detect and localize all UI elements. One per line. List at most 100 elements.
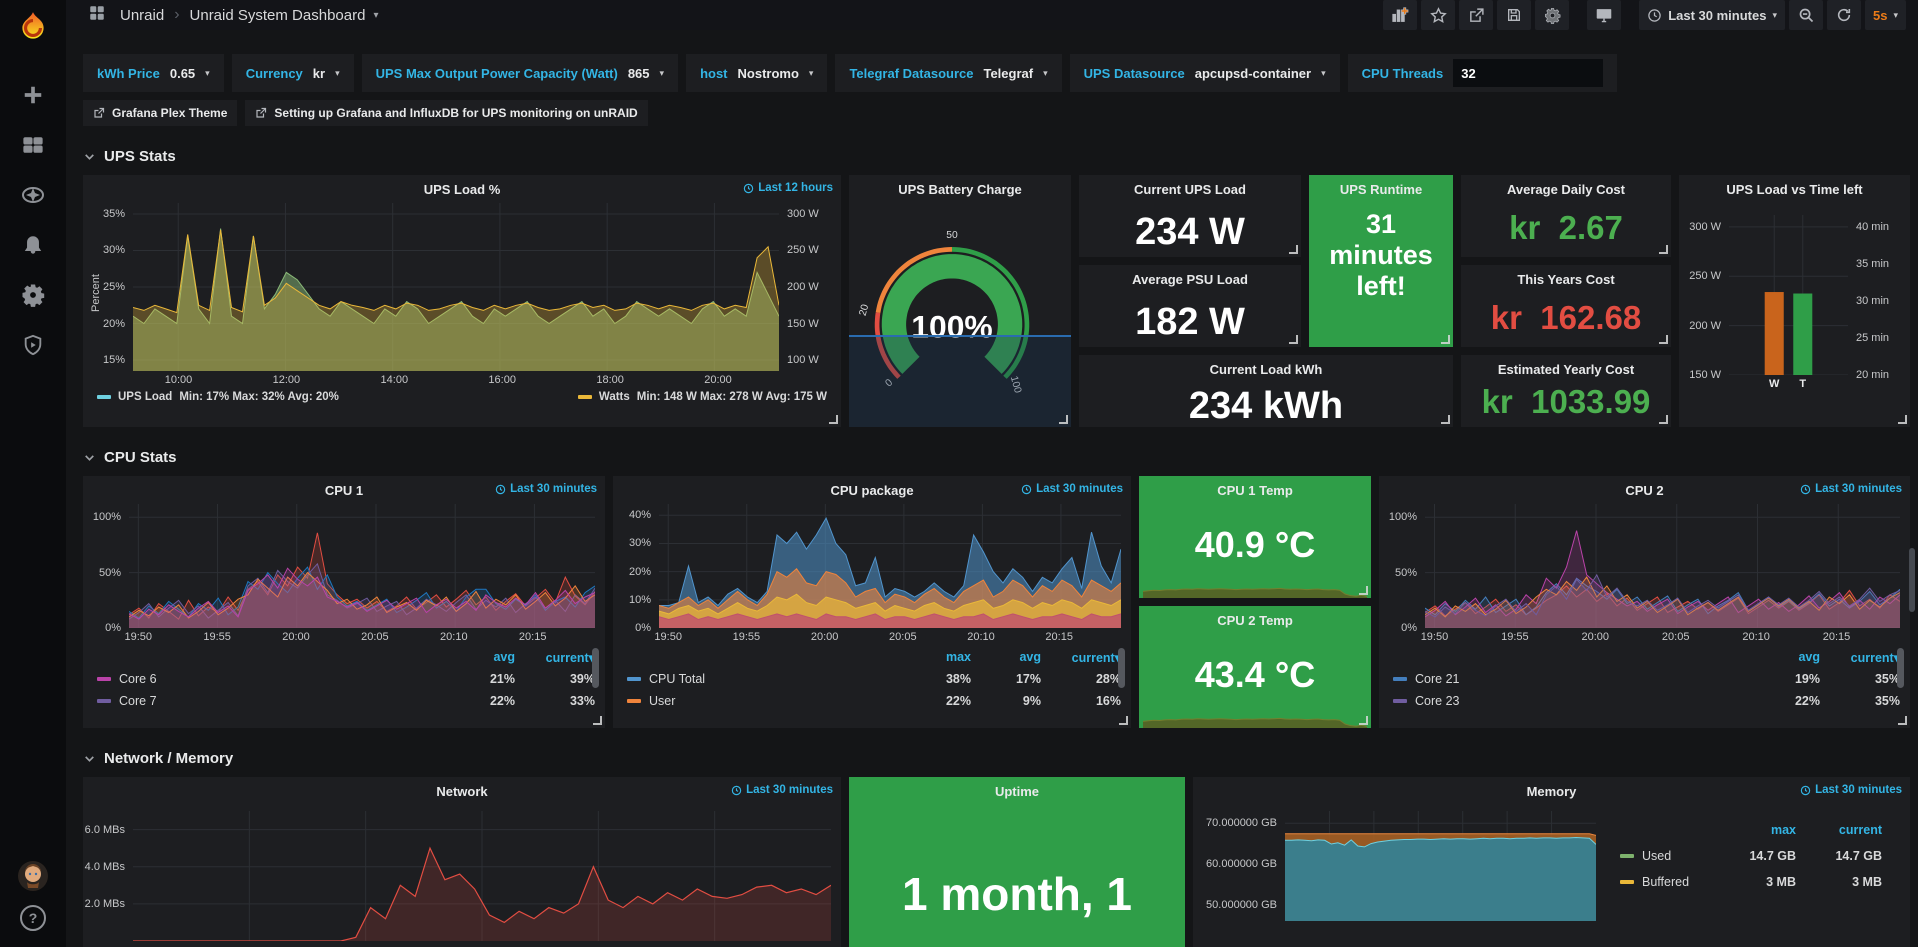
cpu-package-chart[interactable]	[659, 504, 1121, 628]
legend-header-current[interactable]: current▾	[1041, 650, 1121, 665]
cpu2-temp-sparkline	[1143, 698, 1367, 728]
legend-series[interactable]: Core 23	[1393, 694, 1750, 708]
panel-title[interactable]: Average Daily Cost	[1507, 182, 1625, 197]
section-ups-stats[interactable]: UPS Stats	[83, 148, 1910, 165]
refresh-button[interactable]	[1827, 0, 1861, 30]
panel-title[interactable]: CPU 2	[1625, 483, 1663, 498]
variable-ups-datasource[interactable]: UPS Datasource apcupsd-container ▾	[1070, 54, 1340, 92]
add-icon[interactable]	[11, 73, 55, 117]
page-scrollbar[interactable]	[1909, 0, 1917, 947]
ups-load-chart[interactable]	[133, 203, 779, 371]
legend-series[interactable]: Buffered	[1620, 875, 1710, 889]
variable-host[interactable]: host Nostromo ▾	[686, 54, 827, 92]
panel-title[interactable]: Network	[436, 784, 487, 799]
zoom-out-button[interactable]	[1789, 0, 1823, 30]
variable-telegraf-datasource[interactable]: Telegraf Datasource Telegraf ▾	[835, 54, 1061, 92]
time-range-picker[interactable]: Last 30 minutes ▾	[1639, 0, 1785, 30]
star-dashboard-button[interactable]	[1421, 0, 1455, 30]
variable-currency[interactable]: Currency kr ▾	[232, 54, 354, 92]
legend-header-max[interactable]: max	[901, 650, 971, 664]
panel-title[interactable]: UPS Load vs Time left	[1726, 182, 1862, 197]
legend-header-current[interactable]: current▾	[1820, 650, 1900, 665]
explore-compass-icon[interactable]	[11, 173, 55, 217]
legend-header-current[interactable]: current▾	[515, 650, 595, 665]
variable-kwh-price[interactable]: kWh Price 0.65 ▾	[83, 54, 224, 92]
ups-load-time-bar-chart[interactable]	[1729, 215, 1848, 375]
panel-time-link[interactable]: Last 30 minutes	[1800, 784, 1902, 796]
chevron-down-icon[interactable]: ▾	[373, 10, 378, 21]
legend-header-avg[interactable]: avg	[445, 650, 515, 664]
panel-title[interactable]: Estimated Yearly Cost	[1498, 362, 1634, 377]
panel-title[interactable]: UPS Load %	[424, 182, 501, 197]
configuration-gear-icon[interactable]	[11, 273, 55, 317]
legend-header-avg[interactable]: avg	[1750, 650, 1820, 664]
panel-time-link[interactable]: Last 30 minutes	[1021, 483, 1123, 495]
legend-header-current[interactable]: current	[1796, 823, 1882, 837]
legend-series[interactable]: CPU Total	[627, 672, 901, 686]
dashboard-settings-button[interactable]	[1535, 0, 1569, 30]
cpu2-chart[interactable]	[1425, 504, 1900, 628]
panel-title[interactable]: CPU 1	[325, 483, 363, 498]
legend-scrollbar[interactable]	[1118, 648, 1125, 688]
breadcrumb-root[interactable]: Unraid	[120, 7, 164, 24]
alerting-bell-icon[interactable]	[11, 223, 55, 267]
legend-header-avg[interactable]: avg	[971, 650, 1041, 664]
refresh-interval-picker[interactable]: 5s ▾	[1865, 0, 1906, 30]
grafana-logo-icon[interactable]	[16, 11, 50, 45]
kiosk-mode-button[interactable]	[1587, 0, 1621, 30]
panel-ups-runtime: UPS Runtime 31 minutes left!	[1309, 175, 1453, 347]
legend-header-max[interactable]: max	[1710, 823, 1796, 837]
link-ups-monitoring-guide[interactable]: Setting up Grafana and InfluxDB for UPS …	[245, 100, 647, 126]
panel-title[interactable]: CPU 1 Temp	[1217, 483, 1293, 498]
stat-value: 234 W	[1079, 211, 1301, 254]
add-panel-button[interactable]	[1383, 0, 1417, 30]
panel-title[interactable]: Memory	[1527, 784, 1577, 799]
battery-gauge[interactable]: 02050100100%	[849, 229, 1071, 399]
panel-cpu2-temp: CPU 2 Temp 43.4 °C	[1139, 606, 1371, 728]
chevron-down-icon: ▾	[1043, 68, 1048, 79]
memory-chart[interactable]	[1285, 811, 1596, 921]
panel-title[interactable]: UPS Battery Charge	[898, 182, 1022, 197]
legend-series[interactable]: User	[627, 694, 901, 708]
panel-time-link[interactable]: Last 12 hours	[743, 182, 833, 194]
panel-time-link[interactable]: Last 30 minutes	[495, 483, 597, 495]
variable-ups-max-output[interactable]: UPS Max Output Power Capacity (Watt) 865…	[362, 54, 678, 92]
variable-value: 865	[628, 66, 650, 81]
section-network-memory[interactable]: Network / Memory	[83, 750, 1910, 767]
panel-time-link[interactable]: Last 30 minutes	[731, 784, 833, 796]
legend-scrollbar[interactable]	[1897, 648, 1904, 688]
legend-series[interactable]: Core 6	[97, 672, 445, 686]
server-admin-shield-icon[interactable]	[11, 323, 55, 367]
cpu1-chart[interactable]	[129, 504, 595, 628]
panel-avg-psu-load: Average PSU Load 182 W	[1079, 265, 1301, 347]
panel-time-link[interactable]: Last 30 minutes	[1800, 483, 1902, 495]
chevron-down-icon: ▾	[1893, 10, 1898, 21]
dashboard-grid-icon[interactable]	[88, 4, 106, 27]
user-avatar[interactable]	[18, 861, 48, 891]
panel-title[interactable]: Average PSU Load	[1132, 272, 1248, 287]
share-dashboard-button[interactable]	[1459, 0, 1493, 30]
section-cpu-stats[interactable]: CPU Stats	[83, 449, 1910, 466]
legend-watts[interactable]: Watts Min: 148 W Max: 278 W Avg: 175 W	[578, 391, 827, 403]
variable-label: host	[700, 66, 727, 81]
breadcrumb-current[interactable]: Unraid System Dashboard	[190, 7, 366, 24]
legend-series[interactable]: Core 7	[97, 694, 445, 708]
dashboards-icon[interactable]	[11, 123, 55, 167]
panel-title[interactable]: This Years Cost	[1517, 272, 1614, 287]
refresh-interval-label: 5s	[1873, 8, 1887, 23]
panel-title[interactable]: CPU 2 Temp	[1217, 613, 1293, 628]
panel-title[interactable]: CPU package	[830, 483, 913, 498]
cpu-threads-input[interactable]	[1453, 59, 1603, 87]
panel-title[interactable]: UPS Runtime	[1340, 182, 1422, 197]
legend-ups-load[interactable]: UPS Load Min: 17% Max: 32% Avg: 20%	[97, 391, 339, 403]
panel-title[interactable]: Current UPS Load	[1134, 182, 1246, 197]
panel-title[interactable]: Uptime	[995, 784, 1039, 799]
save-dashboard-button[interactable]	[1497, 0, 1531, 30]
legend-scrollbar[interactable]	[592, 648, 599, 688]
help-icon[interactable]: ?	[20, 905, 46, 931]
legend-series[interactable]: Used	[1620, 849, 1710, 863]
legend-series[interactable]: Core 21	[1393, 672, 1750, 686]
panel-title[interactable]: Current Load kWh	[1210, 362, 1323, 377]
network-chart[interactable]	[133, 811, 831, 941]
link-grafana-plex-theme[interactable]: Grafana Plex Theme	[83, 100, 237, 126]
